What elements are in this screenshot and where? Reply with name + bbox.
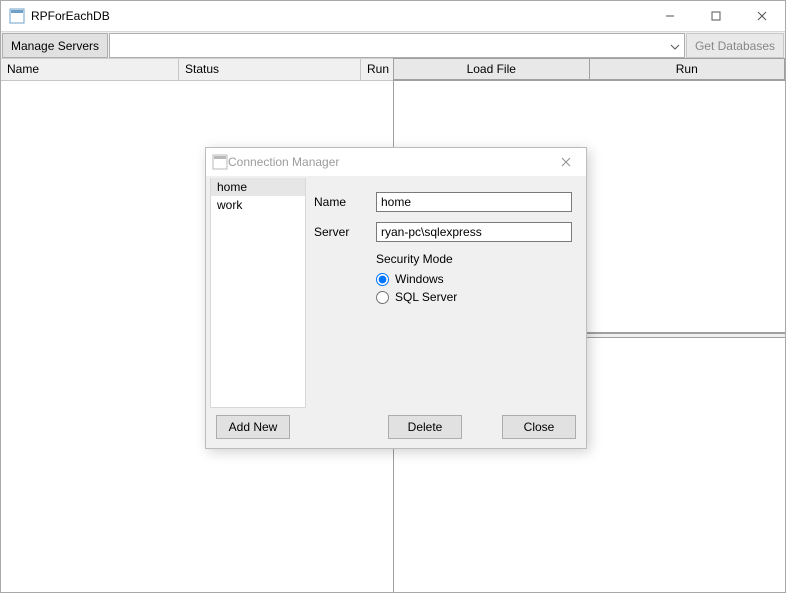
run-button[interactable]: Run	[589, 58, 786, 80]
window-controls	[647, 1, 785, 31]
dialog-body: home work Name Server Security Mode Wind…	[206, 176, 586, 412]
radio-windows-label: Windows	[395, 272, 444, 286]
get-databases-button[interactable]: Get Databases	[686, 33, 784, 58]
toolbar: Manage Servers Get Databases	[1, 31, 785, 59]
app-icon	[9, 8, 25, 24]
radio-sql[interactable]	[376, 291, 389, 304]
server-combobox[interactable]	[109, 33, 685, 58]
name-label: Name	[314, 195, 376, 209]
maximize-button[interactable]	[693, 1, 739, 31]
titlebar: RPForEachDB	[1, 1, 785, 31]
dialog-buttons: Add New Delete Close	[206, 412, 586, 448]
radio-sql-label: SQL Server	[395, 290, 457, 304]
list-item[interactable]: work	[211, 196, 305, 214]
security-group: Security Mode Windows SQL Server	[376, 252, 582, 304]
column-header-run[interactable]: Run	[361, 59, 395, 80]
minimize-button[interactable]	[647, 1, 693, 31]
server-input[interactable]	[376, 222, 572, 242]
dialog-title: Connection Manager	[228, 155, 339, 169]
close-button[interactable]	[739, 1, 785, 31]
table-header: Name Status Run	[1, 59, 393, 81]
radio-windows[interactable]	[376, 273, 389, 286]
close-dialog-button[interactable]: Close	[502, 415, 576, 439]
column-header-status[interactable]: Status	[179, 59, 361, 80]
manage-servers-button[interactable]: Manage Servers	[2, 33, 108, 58]
chevron-down-icon	[670, 41, 680, 51]
list-item[interactable]: home	[211, 178, 305, 196]
dialog-titlebar: Connection Manager	[206, 148, 586, 176]
name-input[interactable]	[376, 192, 572, 212]
main-window: RPForEachDB Manage Servers Get Databases	[0, 0, 786, 593]
column-header-name[interactable]: Name	[1, 59, 179, 80]
load-file-button[interactable]: Load File	[393, 58, 590, 80]
security-title: Security Mode	[376, 252, 582, 266]
connection-form: Name Server Security Mode Windows SQL S	[314, 178, 582, 408]
server-label: Server	[314, 225, 376, 239]
dialog-close-button[interactable]	[546, 148, 586, 176]
window-title: RPForEachDB	[31, 9, 110, 23]
dialog-icon	[212, 154, 228, 170]
right-tabs: Load File Run	[394, 59, 785, 81]
connection-list[interactable]: home work	[210, 178, 306, 408]
connection-manager-dialog: Connection Manager home work Name Server	[205, 147, 587, 449]
delete-button[interactable]: Delete	[388, 415, 462, 439]
add-new-button[interactable]: Add New	[216, 415, 290, 439]
